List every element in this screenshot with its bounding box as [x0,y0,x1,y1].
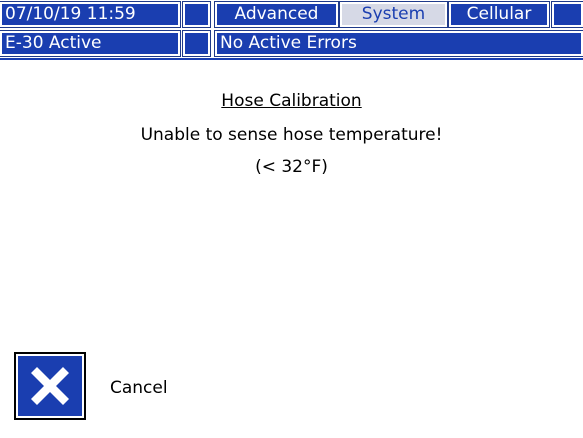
cancel-button[interactable] [14,352,86,420]
error-message: Unable to sense hose temperature! [140,125,443,145]
cancel-label: Cancel [110,378,168,398]
cancel-button-face[interactable] [18,356,82,416]
tab-system[interactable]: System [339,1,448,28]
temperature-threshold: (< 32°F) [255,157,328,177]
x-icon [31,367,69,405]
tab-advanced[interactable]: Advanced [214,1,339,28]
tab-more[interactable] [551,1,583,28]
status-blank-cell [182,1,211,28]
info-bar: E-30 Active No Active Errors [0,30,583,57]
datetime-display: 07/10/19 11:59 [0,1,181,28]
info-blank-cell [182,30,211,57]
status-bar: 07/10/19 11:59 Advanced System Cellular [0,1,583,28]
dialog-title: Hose Calibration [221,91,362,111]
error-status: No Active Errors [214,30,583,57]
dialog-content: Hose Calibration Unable to sense hose te… [0,60,583,438]
screen: 07/10/19 11:59 Advanced System Cellular … [0,0,583,438]
tab-cellular[interactable]: Cellular [448,1,550,28]
mode-status: E-30 Active [0,30,181,57]
